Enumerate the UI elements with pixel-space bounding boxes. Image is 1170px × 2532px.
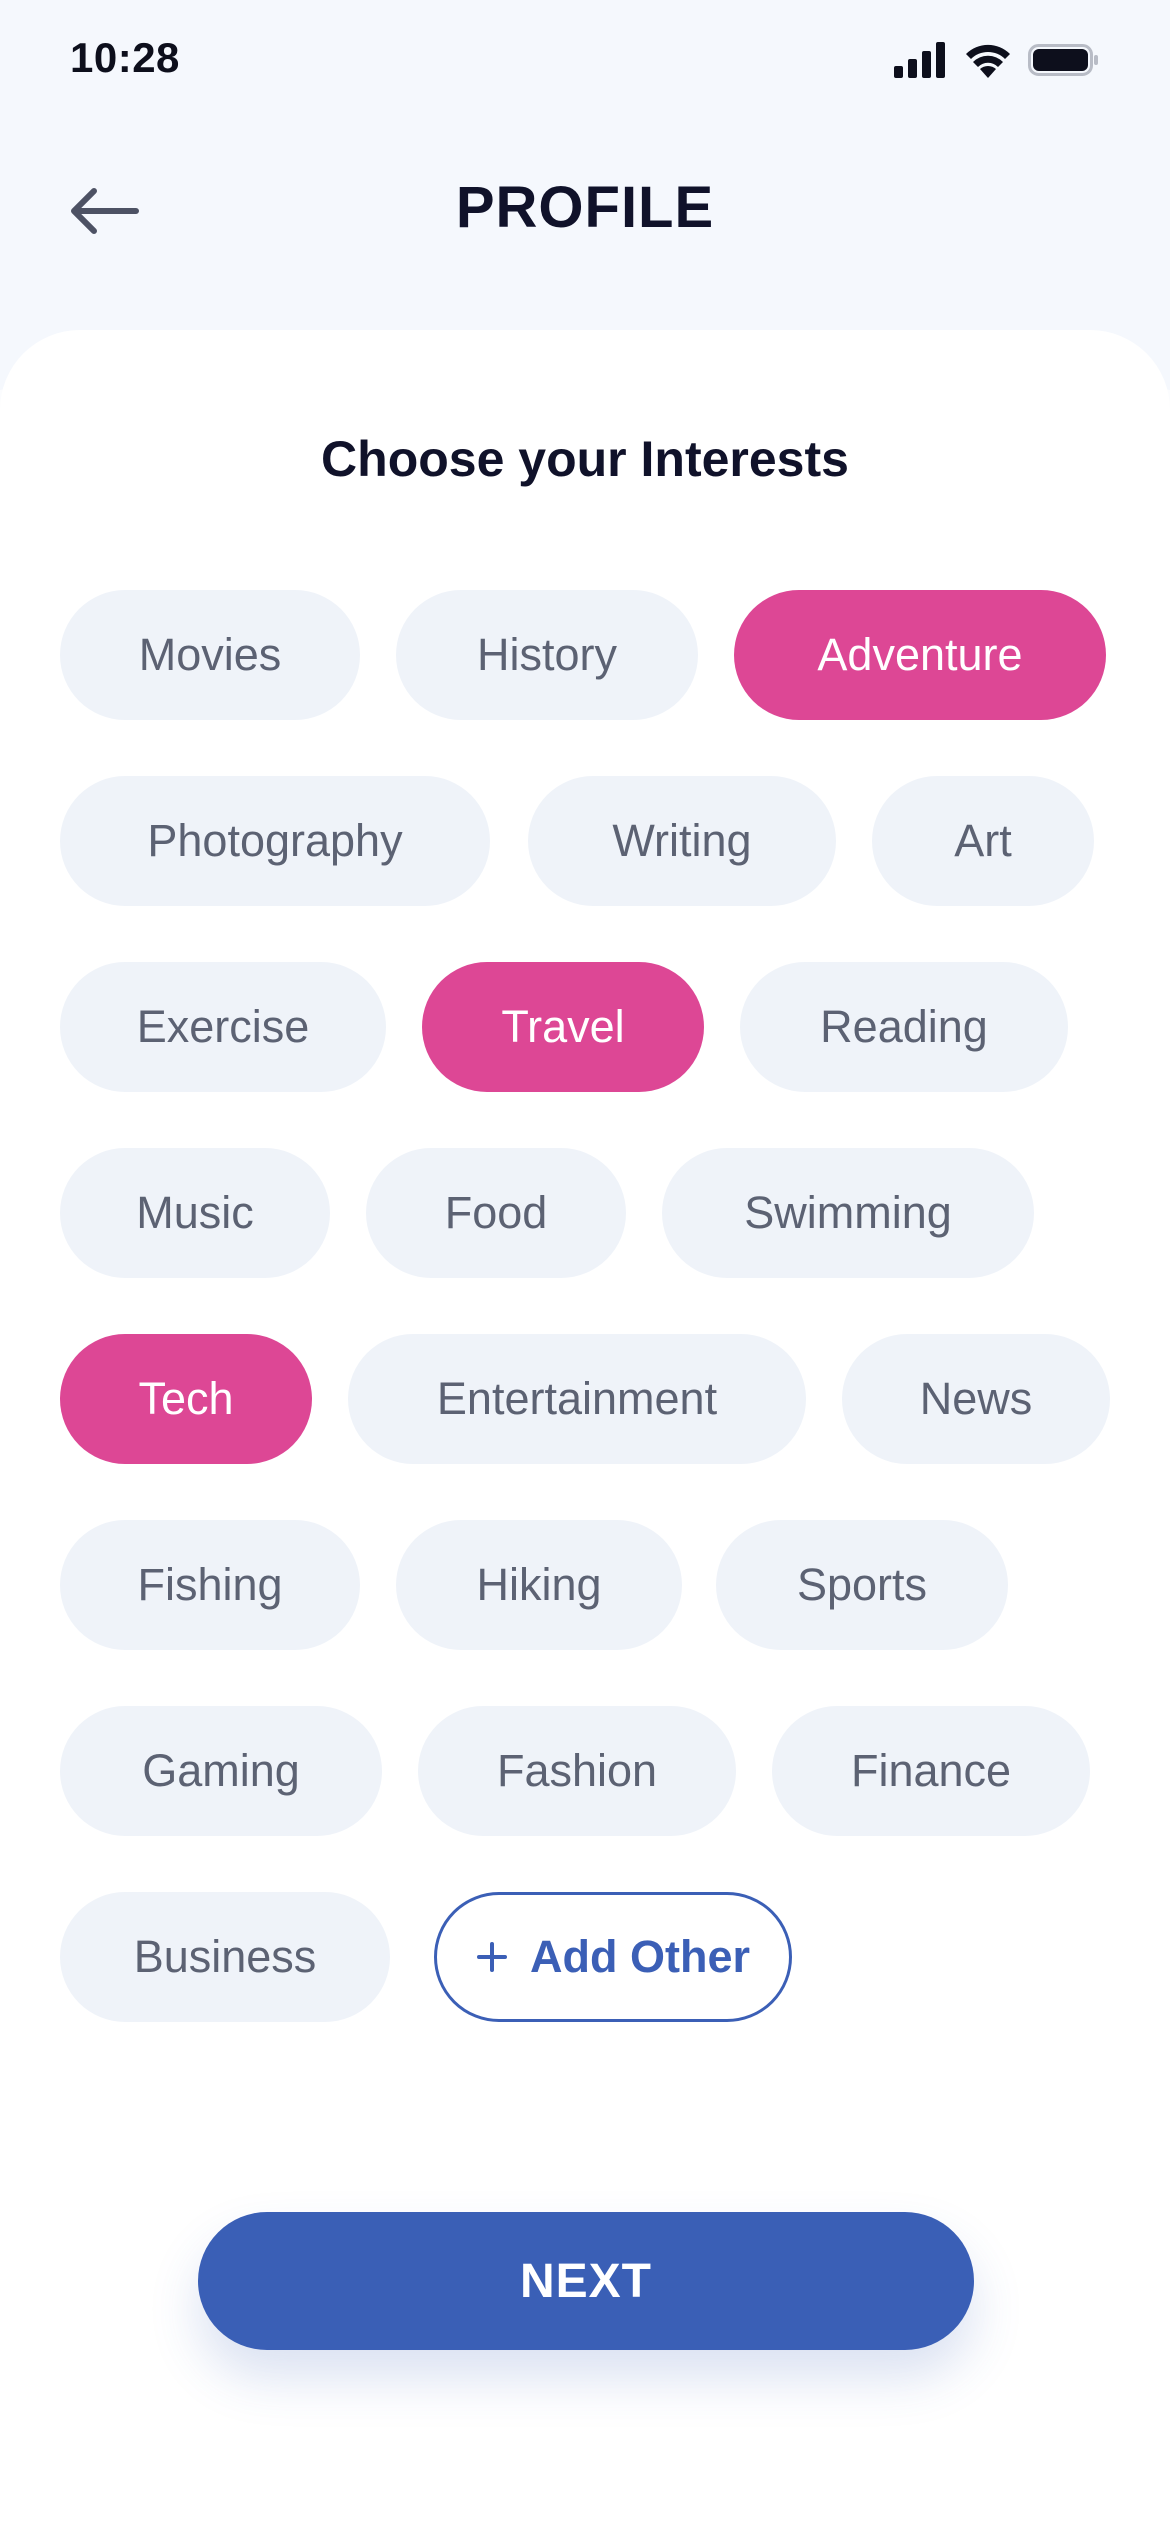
interest-chip-food[interactable]: Food	[366, 1148, 626, 1278]
status-icons	[894, 40, 1100, 80]
interest-chip-swimming[interactable]: Swimming	[662, 1148, 1034, 1278]
interest-chip-exercise[interactable]: Exercise	[60, 962, 386, 1092]
page-title: PROFILE	[455, 175, 715, 240]
next-button[interactable]: NEXT	[198, 2212, 974, 2350]
interest-chip-writing[interactable]: Writing	[528, 776, 836, 906]
header: PROFILE	[0, 130, 1170, 290]
wifi-icon	[966, 44, 1010, 78]
cellular-signal-icon	[894, 42, 945, 78]
interest-chip-sports[interactable]: Sports	[716, 1520, 1008, 1650]
interest-chip-fashion[interactable]: Fashion	[418, 1706, 736, 1836]
status-bar: 10:28	[0, 0, 1170, 130]
interest-chip-entertainment[interactable]: Entertainment	[348, 1334, 806, 1464]
interest-chip-tech[interactable]: Tech	[60, 1334, 312, 1464]
interest-chip-photography[interactable]: Photography	[60, 776, 490, 906]
add-other-label: Add Other	[530, 1931, 750, 1982]
interest-chip-travel[interactable]: Travel	[422, 962, 704, 1092]
section-title: Choose your Interests	[321, 431, 849, 487]
interest-chip-hiking[interactable]: Hiking	[396, 1520, 682, 1650]
interest-chip-movies[interactable]: Movies	[60, 590, 360, 720]
interests-sheet: Choose your Interests Movies History Adv…	[0, 330, 1170, 2532]
battery-icon	[1028, 44, 1098, 76]
interest-chip-music[interactable]: Music	[60, 1148, 330, 1278]
interest-chip-art[interactable]: Art	[872, 776, 1094, 906]
interest-chip-fishing[interactable]: Fishing	[60, 1520, 360, 1650]
interest-chip-business[interactable]: Business	[60, 1892, 390, 2022]
interest-chip-reading[interactable]: Reading	[740, 962, 1068, 1092]
interest-chip-finance[interactable]: Finance	[772, 1706, 1090, 1836]
status-time: 10:28	[70, 34, 180, 81]
interest-chip-news[interactable]: News	[842, 1334, 1110, 1464]
plus-icon	[477, 1942, 507, 1972]
add-other-button[interactable]: Add Other	[434, 1892, 792, 2022]
interest-chip-adventure[interactable]: Adventure	[734, 590, 1106, 720]
interest-chip-history[interactable]: History	[396, 590, 698, 720]
interest-chip-gaming[interactable]: Gaming	[60, 1706, 382, 1836]
